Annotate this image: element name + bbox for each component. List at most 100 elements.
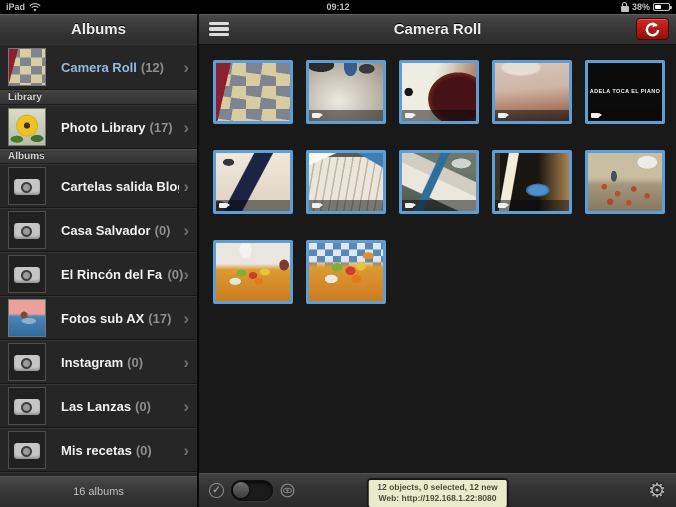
ios-status-bar: iPad 09:12 38% <box>0 0 676 14</box>
thumbnail-image <box>216 63 290 121</box>
album-count: (17) <box>149 119 173 135</box>
video-thumbnail[interactable] <box>213 150 293 214</box>
album-label: Las Lanzas <box>61 398 132 414</box>
settings-gear-icon[interactable]: ⚙ <box>648 481 666 501</box>
select-mode-toggle[interactable] <box>231 480 273 501</box>
sidebar-item-mis-recetas[interactable]: Mis recetas (0) › <box>0 428 197 472</box>
page-title: Camera Roll <box>393 20 482 38</box>
video-thumbnail[interactable] <box>492 60 572 124</box>
video-badge <box>216 200 290 211</box>
album-list: Camera Roll (12) › Library Photo Library… <box>0 44 197 477</box>
albums-count-footer: 16 albums <box>0 476 197 507</box>
sidebar-header: Albums <box>0 14 197 45</box>
chevron-right-icon: › <box>183 352 189 372</box>
hamburger-menu-button[interactable] <box>207 18 237 40</box>
album-label: Casa Salvador <box>61 222 151 238</box>
photo-thumbnail[interactable] <box>213 240 293 304</box>
album-label: Camera Roll <box>61 59 137 75</box>
video-badge <box>588 110 662 121</box>
video-badge <box>402 110 476 121</box>
sidebar-item-instagram[interactable]: Instagram (0) › <box>0 340 197 384</box>
photo-thumbnail[interactable] <box>213 60 293 124</box>
album-thumbnail <box>8 299 46 337</box>
album-count: (17) <box>148 310 172 326</box>
albums-count-label: 16 albums <box>73 486 124 498</box>
video-badge <box>402 200 476 211</box>
video-camera-icon <box>219 202 230 209</box>
sync-icon <box>645 21 660 36</box>
chevron-right-icon: › <box>183 264 189 284</box>
sidebar-item-las-lanzas[interactable]: Las Lanzas (0) › <box>0 384 197 428</box>
video-camera-icon <box>312 112 323 119</box>
album-thumbnail <box>8 108 46 146</box>
album-count: (0) <box>127 354 144 370</box>
video-thumbnail[interactable] <box>492 150 572 214</box>
bottom-toolbar: ✓ 12 objects, 0 selected, 12 new Web: ht… <box>199 473 676 507</box>
albums-section: Albums <box>0 149 197 164</box>
camera-placeholder-icon <box>8 431 46 469</box>
select-all-icon[interactable]: ✓ <box>209 483 224 498</box>
video-badge <box>309 200 383 211</box>
sidebar-item-el-rincon-del-faro[interactable]: El Rincón del Faro (0) › <box>0 252 197 296</box>
video-thumbnail[interactable]: ADELA TOCA EL PIANO <box>585 60 665 124</box>
album-label: Cartelas salida Blogtri... <box>61 178 179 194</box>
thumbnail-image <box>588 153 662 211</box>
thumbnail-image <box>309 243 383 301</box>
web-url-line: Web: http://192.168.1.22:8080 <box>378 493 497 504</box>
video-camera-icon <box>405 112 416 119</box>
sidebar-item-casa-salvador[interactable]: Casa Salvador (0) › <box>0 208 197 252</box>
photo-grid: ADELA TOCA EL PIANO <box>199 44 676 473</box>
album-label: Fotos sub AX <box>61 310 145 326</box>
album-label: Photo Library <box>61 119 146 135</box>
preview-eye-icon[interactable] <box>280 483 295 498</box>
chevron-right-icon: › <box>183 396 189 416</box>
camera-placeholder-icon <box>8 343 46 381</box>
toolbar-left-controls: ✓ <box>209 480 295 501</box>
album-count: (0) <box>135 442 152 458</box>
chevron-right-icon: › <box>183 440 189 460</box>
video-camera-icon <box>591 112 602 119</box>
camera-placeholder-icon <box>8 211 46 249</box>
video-thumbnail[interactable] <box>306 150 386 214</box>
photo-thumbnail[interactable] <box>585 150 665 214</box>
camera-placeholder-icon <box>8 387 46 425</box>
toggle-knob[interactable] <box>233 482 249 498</box>
objects-status-line: 12 objects, 0 selected, 12 new <box>377 482 498 492</box>
chevron-right-icon: › <box>183 57 189 77</box>
status-right: 38% <box>620 2 672 12</box>
album-count: (0) <box>167 266 184 282</box>
video-thumbnail[interactable] <box>399 60 479 124</box>
chevron-right-icon: › <box>183 220 189 240</box>
photo-thumbnail[interactable] <box>306 240 386 304</box>
album-label: Mis recetas <box>61 442 132 458</box>
video-camera-icon <box>498 112 509 119</box>
chevron-right-icon: › <box>183 176 189 196</box>
library-section: Library <box>0 90 197 105</box>
video-camera-icon <box>498 202 509 209</box>
battery-icon <box>653 3 672 11</box>
thumbnail-image <box>216 243 290 301</box>
sidebar-title: Albums <box>70 20 126 38</box>
album-count: (12) <box>140 59 164 75</box>
main-header: Camera Roll <box>199 14 676 45</box>
sync-button[interactable] <box>636 18 669 40</box>
section-label: Library <box>8 92 42 103</box>
chevron-right-icon: › <box>183 117 189 137</box>
album-thumbnail <box>8 48 46 86</box>
status-box: 12 objects, 0 selected, 12 new Web: http… <box>366 478 509 507</box>
video-thumbnail[interactable] <box>306 60 386 124</box>
app-screen: iPad 09:12 38% Albums Camera Roll (12) ›… <box>0 0 676 507</box>
sidebar-item-fotos-sub-ax[interactable]: Fotos sub AX (17) › <box>0 296 197 340</box>
sidebar-item-photo-library[interactable]: Photo Library (17) › <box>0 105 197 149</box>
orientation-lock-icon <box>620 2 629 12</box>
camera-placeholder-icon <box>8 167 46 205</box>
video-badge <box>495 110 569 121</box>
album-label: Instagram <box>61 354 124 370</box>
albums-sidebar: Albums Camera Roll (12) › Library Photo … <box>0 14 197 507</box>
sidebar-item-camera-roll[interactable]: Camera Roll (12) › <box>0 44 197 90</box>
video-camera-icon <box>312 202 323 209</box>
section-label: Albums <box>8 151 45 162</box>
video-thumbnail[interactable] <box>399 150 479 214</box>
album-label: El Rincón del Faro <box>61 266 163 282</box>
sidebar-item-cartelas-salida-blogtri[interactable]: Cartelas salida Blogtri... › <box>0 164 197 208</box>
